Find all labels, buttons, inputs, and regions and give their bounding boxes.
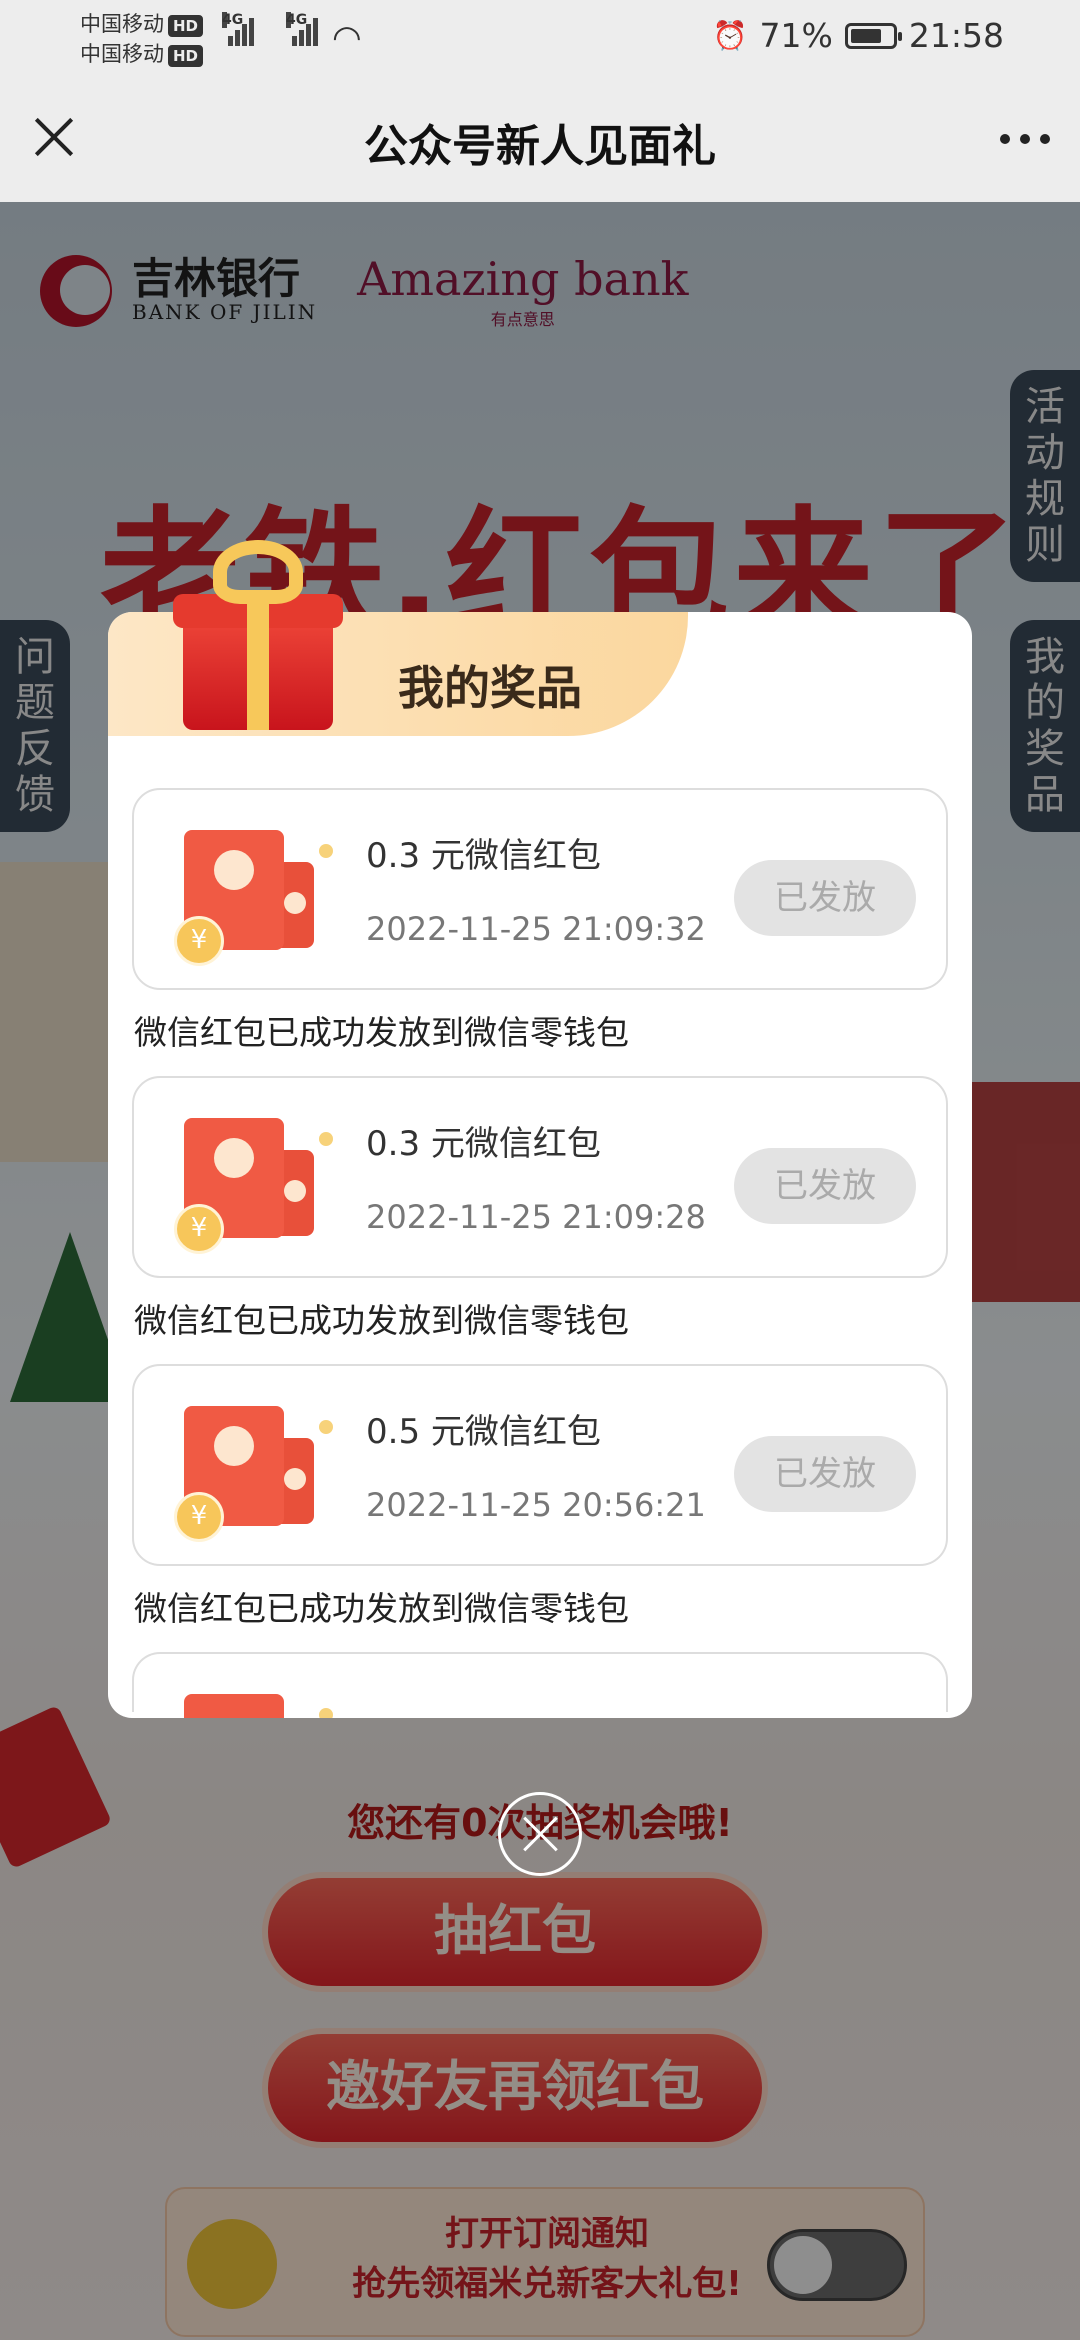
clock: 21:58 <box>908 16 1004 55</box>
red-envelope-icon: ¥ <box>174 1114 333 1254</box>
prize-note: 微信红包已成功发放到微信零钱包 <box>134 1589 629 1628</box>
modal-close-button[interactable] <box>498 1792 582 1876</box>
prize-modal: 我的奖品 ¥ 0.3 元微信红包 2022-11-25 21:09:32 已发放… <box>108 612 972 1718</box>
red-envelope-icon <box>174 1690 333 1718</box>
prize-card: ¥ 0.3 元微信红包 2022-11-25 21:09:32 已发放 <box>132 788 948 990</box>
prize-name: 0.3 元微信红包 <box>366 836 601 876</box>
red-envelope-icon: ¥ <box>174 826 333 966</box>
modal-title: 我的奖品 <box>398 661 582 715</box>
prize-time: 2022-11-25 21:09:32 <box>366 910 706 948</box>
list-item: ¥ 0.3 元微信红包 2022-11-25 21:09:28 已发放 微信红包… <box>132 1076 948 1364</box>
prize-card: ¥ 0.5 元微信红包 2022-11-25 20:56:21 已发放 <box>132 1364 948 1566</box>
prize-time: 2022-11-25 21:09:28 <box>366 1198 706 1236</box>
red-envelope-icon: ¥ <box>174 1402 333 1542</box>
alarm-icon: ⏰ <box>712 19 748 52</box>
issued-status-button: 已发放 <box>734 1436 916 1512</box>
signal-icon: 4G <box>286 12 320 50</box>
prize-list[interactable]: ¥ 0.3 元微信红包 2022-11-25 21:09:32 已发放 微信红包… <box>132 788 948 1718</box>
prize-card-partial <box>132 1652 948 1718</box>
prize-note: 微信红包已成功发放到微信零钱包 <box>134 1013 629 1052</box>
battery-percent: 71% <box>759 16 833 55</box>
prize-time: 2022-11-25 20:56:21 <box>366 1486 706 1524</box>
battery-icon <box>844 22 902 49</box>
nav-bar: 公众号新人见面礼 <box>0 72 1080 202</box>
page-title: 公众号新人见面礼 <box>364 121 716 172</box>
more-icon[interactable] <box>1000 134 1050 144</box>
issued-status-button: 已发放 <box>734 1148 916 1224</box>
issued-status-button: 已发放 <box>734 860 916 936</box>
wifi-icon: ◠ <box>332 18 362 58</box>
list-item: ¥ 0.3 元微信红包 2022-11-25 21:09:32 已发放 微信红包… <box>132 788 948 1076</box>
prize-name: 0.5 元微信红包 <box>366 1412 601 1452</box>
carrier-2: 中国移动 HD <box>80 38 204 68</box>
carrier-1: 中国移动 HD <box>80 8 204 38</box>
status-right: ⏰ 71% 21:58 <box>713 16 1004 55</box>
prize-card: ¥ 0.3 元微信红包 2022-11-25 21:09:28 已发放 <box>132 1076 948 1278</box>
gift-box-icon <box>163 540 343 740</box>
prize-name: 0.3 元微信红包 <box>366 1124 601 1164</box>
status-bar: 中国移动 HD 中国移动 HD 4G 4G ◠ ⏰ 71% 21:58 <box>0 0 1080 72</box>
list-item: ¥ 0.5 元微信红包 2022-11-25 20:56:21 已发放 微信红包… <box>132 1364 948 1652</box>
prize-note: 微信红包已成功发放到微信零钱包 <box>134 1301 629 1340</box>
signal-icon: 4G <box>222 12 256 50</box>
